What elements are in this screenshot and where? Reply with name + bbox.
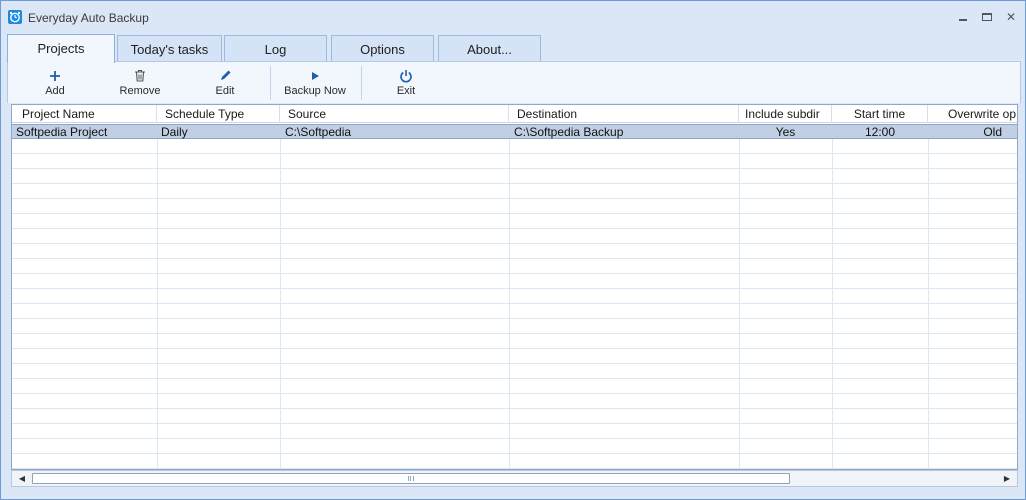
empty-row — [12, 184, 1017, 199]
maximize-button[interactable] — [975, 7, 999, 27]
exit-label: Exit — [396, 85, 416, 97]
empty-row — [12, 379, 1017, 394]
add-label: Add — [45, 85, 65, 97]
minimize-icon — [959, 19, 967, 21]
empty-row — [12, 259, 1017, 274]
empty-row — [12, 304, 1017, 319]
play-icon — [280, 66, 350, 84]
empty-row — [12, 319, 1017, 334]
empty-row — [12, 244, 1017, 259]
minimize-button[interactable] — [951, 7, 975, 27]
cell-include-subdir: Yes — [775, 125, 796, 139]
edit-label: Edit — [215, 85, 235, 97]
maximize-icon — [982, 13, 992, 21]
grid-body: Softpedia Project Daily C:\Softpedia C:\… — [12, 124, 1017, 469]
app-logo-icon — [8, 10, 22, 24]
exit-button[interactable]: Exit — [381, 66, 431, 102]
cell-source: C:\Softpedia — [285, 125, 352, 139]
empty-row — [12, 289, 1017, 304]
cell-project-name: Softpedia Project — [16, 125, 108, 139]
tab-about[interactable]: About... — [438, 35, 541, 62]
empty-row — [12, 334, 1017, 349]
empty-row — [12, 349, 1017, 364]
empty-row — [12, 274, 1017, 289]
window-title: Everyday Auto Backup — [28, 11, 149, 25]
column-header-include-subdir[interactable]: Include subdir — [739, 105, 832, 123]
cell-schedule-type: Daily — [161, 125, 188, 139]
plus-icon — [30, 66, 80, 84]
empty-row — [12, 424, 1017, 439]
backup-now-button[interactable]: Backup Now — [280, 66, 350, 102]
remove-label: Remove — [119, 85, 161, 97]
cell-overwrite: Old — [983, 125, 1002, 139]
tab-log[interactable]: Log — [224, 35, 327, 62]
tab-strip: Projects Today's tasks Log Options About… — [7, 34, 1021, 63]
column-header-destination[interactable]: Destination — [509, 105, 739, 123]
empty-row — [12, 409, 1017, 424]
edit-button[interactable]: Edit — [200, 66, 250, 102]
grip-icon — [408, 476, 414, 481]
scroll-right-icon[interactable]: ▶ — [999, 471, 1015, 486]
column-header-source[interactable]: Source — [280, 105, 509, 123]
empty-row — [12, 394, 1017, 409]
empty-row — [12, 139, 1017, 154]
grid-header: Project Name Schedule Type Source Destin… — [12, 105, 1017, 123]
empty-row — [12, 199, 1017, 214]
horizontal-scrollbar[interactable]: ◀ ▶ — [11, 470, 1018, 487]
column-header-project-name[interactable]: Project Name — [12, 105, 157, 123]
close-button[interactable]: ✕ — [999, 7, 1023, 27]
title-bar[interactable]: Everyday Auto Backup ✕ — [1, 1, 1025, 33]
column-header-schedule-type[interactable]: Schedule Type — [157, 105, 280, 123]
empty-row — [12, 439, 1017, 454]
trash-icon — [112, 66, 168, 84]
add-button[interactable]: Add — [30, 66, 80, 102]
close-icon: ✕ — [1005, 10, 1017, 24]
backup-now-label: Backup Now — [284, 85, 346, 97]
empty-row — [12, 229, 1017, 244]
empty-row — [12, 154, 1017, 169]
empty-row — [12, 169, 1017, 184]
empty-row — [12, 364, 1017, 379]
cell-destination: C:\Softpedia Backup — [514, 125, 624, 139]
toolbar-separator — [361, 66, 362, 100]
table-row[interactable]: Softpedia Project Daily C:\Softpedia C:\… — [12, 124, 1017, 139]
pencil-icon — [200, 66, 250, 84]
app-window: Everyday Auto Backup ✕ Projects Today's … — [0, 0, 1026, 500]
status-bar — [1, 489, 1025, 499]
column-header-start-time[interactable]: Start time — [832, 105, 928, 123]
tab-options[interactable]: Options — [331, 35, 434, 62]
remove-button[interactable]: Remove — [112, 66, 168, 102]
scrollbar-thumb[interactable] — [32, 473, 790, 484]
column-header-overwrite[interactable]: Overwrite op — [928, 105, 1017, 123]
scroll-left-icon[interactable]: ◀ — [14, 471, 30, 486]
tab-todays-tasks[interactable]: Today's tasks — [117, 35, 222, 62]
projects-grid[interactable]: Project Name Schedule Type Source Destin… — [11, 104, 1018, 470]
toolbar-separator — [270, 66, 271, 100]
empty-row — [12, 214, 1017, 229]
power-icon — [381, 66, 431, 84]
tab-projects[interactable]: Projects — [7, 34, 115, 63]
toolbar: Add Remove Edit Backup Now Exit — [7, 61, 1021, 103]
empty-row — [12, 454, 1017, 469]
cell-start-time: 12:00 — [864, 125, 896, 139]
